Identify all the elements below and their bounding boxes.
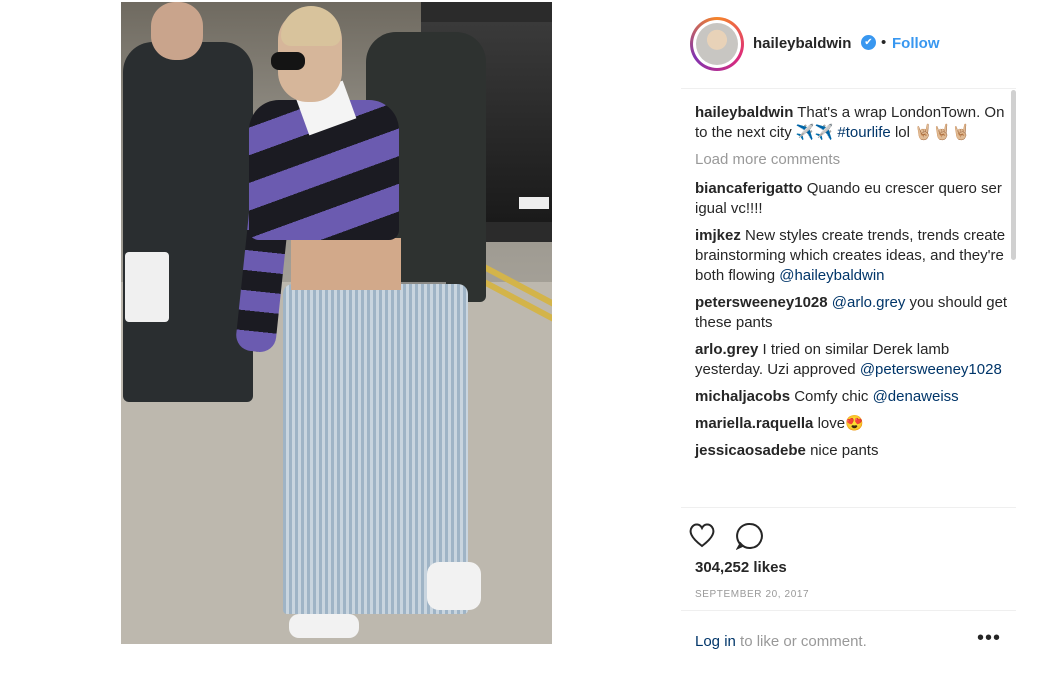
caption-username[interactable]: haileybaldwin [695,104,793,121]
photo-midriff [291,238,401,290]
login-prompt: Log in to like or comment. [695,633,867,650]
follow-button[interactable]: Follow [892,35,940,52]
comment-username[interactable]: mariella.raquella [695,415,813,432]
post-header: haileybaldwin ✔ • Follow [681,0,1016,89]
load-more-comments[interactable]: Load more comments [695,150,1013,170]
likes-count[interactable]: 304,252 likes [695,559,787,576]
photo-license-plate [519,197,549,209]
photo-sunglasses [271,52,305,70]
comments-list: haileybaldwin That's a wrap LondonTown. … [695,103,1013,468]
comment-username[interactable]: imjkez [695,227,741,244]
comment-username[interactable]: michaljacobs [695,388,790,405]
comment-item: arlo.grey I tried on similar Derek lamb … [695,340,1013,380]
comment-bubble-icon[interactable] [736,522,764,550]
comment-item: mariella.raquella love😍 [695,414,1013,434]
avatar[interactable] [696,23,738,65]
post-sidebar: haileybaldwin ✔ • Follow haileybaldwin T… [681,0,1016,674]
photo-shoe [289,614,359,638]
post-footer: Log in to like or comment. ••• [681,610,1016,661]
comment-item: jessicaosadebe nice pants [695,441,1013,461]
photo-shopping-bag [125,252,169,322]
login-prompt-text: to like or comment. [735,633,867,650]
caption-hashtag[interactable]: #tourlife [837,124,890,141]
comment-item: imjkez New styles create trends, trends … [695,226,1013,286]
comment-item: biancaferigatto Quando eu crescer quero … [695,179,1013,219]
post-actions [681,507,1016,562]
caption: haileybaldwin That's a wrap LondonTown. … [695,103,1013,143]
post-date: SEPTEMBER 20, 2017 [695,589,810,600]
photo-man-left [123,42,253,402]
post-photo[interactable] [121,2,552,644]
comment-username[interactable]: arlo.grey [695,341,758,358]
more-options-icon[interactable]: ••• [977,627,1001,650]
photo-shoe [427,562,481,610]
photo-man-left-head [151,2,203,60]
comment-mention[interactable]: @petersweeney1028 [860,361,1002,378]
heart-icon[interactable] [688,522,716,548]
comment-text: nice pants [810,442,879,459]
comment-text: Comfy chic [794,388,873,405]
comment-username[interactable]: jessicaosadebe [695,442,806,459]
comment-item: petersweeney1028 @arlo.grey you should g… [695,293,1013,333]
photo-woman-hair [281,6,341,46]
comment-item: michaljacobs Comfy chic @denaweiss [695,387,1013,407]
caption-tail: lol 🤘🏼🤘🏼🤘🏼 [890,124,971,141]
separator-dot: • [881,34,887,51]
post-username[interactable]: haileybaldwin [753,35,851,52]
comment-username[interactable]: biancaferigatto [695,180,803,197]
comment-mention[interactable]: @denaweiss [873,388,959,405]
comment-text: love😍 [817,415,864,432]
comment-username[interactable]: petersweeney1028 [695,294,828,311]
verified-badge-icon: ✔ [861,35,876,50]
comment-mention[interactable]: @arlo.grey [832,294,906,311]
comment-mention[interactable]: @haileybaldwin [779,267,884,284]
login-link[interactable]: Log in [695,633,736,650]
